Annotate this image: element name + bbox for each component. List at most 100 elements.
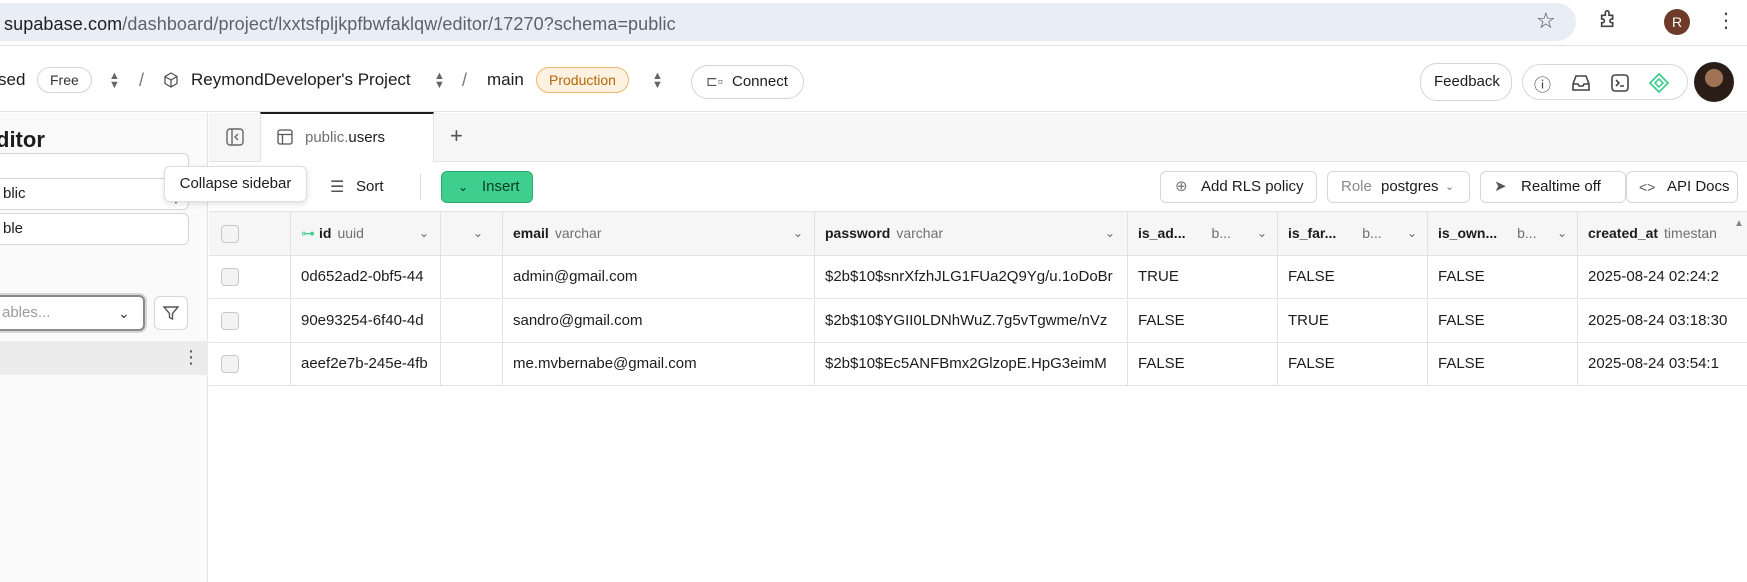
column-menu-chevron-icon[interactable]: ⌄ (1557, 212, 1567, 255)
cell-id[interactable]: 90e93254-6f40-4d (291, 300, 441, 342)
column-header-hidden[interactable]: ⌄ (441, 212, 503, 255)
tab-table: users (348, 129, 386, 146)
column-header-is-farmer[interactable]: is_far... b... ⌄ (1278, 212, 1428, 255)
row-checkbox[interactable] (221, 312, 239, 330)
column-header-email[interactable]: email varchar ⌄ (503, 212, 815, 255)
tab-schema: public. (305, 129, 349, 146)
feedback-button[interactable]: Feedback (1420, 63, 1512, 101)
sort-icon: ☰ (330, 179, 345, 196)
column-type: uuid (337, 225, 364, 241)
branch-name[interactable]: main (487, 70, 524, 90)
realtime-toggle-button[interactable]: ➤ Realtime off (1480, 171, 1626, 203)
column-header-is-owner[interactable]: is_own... b... ⌄ (1428, 212, 1578, 255)
column-menu-chevron-icon[interactable]: ⌄ (1257, 212, 1267, 255)
schema-select[interactable]: blic ▲▼ (0, 178, 189, 210)
cell-password[interactable]: $2b$10$YGII0LDNhWuZ.7g5vTgwme/nVz (815, 300, 1128, 342)
cell-hidden[interactable] (441, 256, 503, 298)
new-table-button[interactable]: ble (0, 213, 189, 245)
address-bar[interactable]: supabase.com/dashboard/project/lxxtsfplj… (0, 3, 1576, 41)
new-table-label: ble (3, 220, 24, 237)
cell-hidden[interactable] (441, 343, 503, 385)
cell-is-owner[interactable]: FALSE (1428, 300, 1578, 342)
sidebar-top-field[interactable] (0, 153, 189, 179)
project-switcher-icon[interactable]: ▲ ▼ (434, 71, 445, 91)
user-avatar[interactable] (1694, 62, 1734, 102)
column-name: email (513, 225, 549, 241)
cell-password[interactable]: $2b$10$Ec5ANFBmx2GlzopE.HpG3eimM (815, 343, 1128, 385)
table-row[interactable]: 0d652ad2-0bf5-44 admin@gmail.com $2b$10$… (209, 256, 1747, 299)
inbox-icon[interactable] (1571, 74, 1591, 92)
sort-label: Sort (356, 178, 384, 195)
cell-email[interactable]: admin@gmail.com (503, 256, 815, 298)
cell-is-farmer[interactable]: TRUE (1278, 300, 1428, 342)
bookmark-star-icon[interactable]: ☆ (1536, 8, 1556, 34)
table-row[interactable]: 90e93254-6f40-4d sandro@gmail.com $2b$10… (209, 300, 1747, 343)
branch-switcher-icon[interactable]: ▲ ▼ (652, 71, 663, 91)
api-docs-button[interactable]: <> API Docs (1626, 171, 1738, 203)
table-row[interactable]: aeef2e7b-245e-4fb me.mvbernabe@gmail.com… (209, 343, 1747, 386)
table-search-input[interactable]: ables... ⌄ (0, 295, 145, 331)
connect-button[interactable]: ⊏▫ Connect (691, 65, 804, 99)
cell-created-at[interactable]: 2025-08-24 03:18:30 (1578, 300, 1747, 342)
column-menu-chevron-icon[interactable]: ⌄ (793, 212, 803, 255)
add-circle-icon: ⊕ (1175, 178, 1188, 195)
sort-button[interactable]: ☰ Sort (318, 171, 398, 203)
column-header-id[interactable]: ⊶ id uuid ⌄ (291, 212, 441, 255)
column-menu-chevron-icon[interactable]: ⌄ (1105, 212, 1115, 255)
cell-password[interactable]: $2b$10$snrXfzhJLG1FUa2Q9Yg/u.1oDoBr (815, 256, 1128, 298)
cell-is-owner[interactable]: FALSE (1428, 256, 1578, 298)
terminal-icon[interactable] (1611, 74, 1629, 92)
add-rls-policy-button[interactable]: ⊕ Add RLS policy (1160, 171, 1317, 203)
column-header-password[interactable]: password varchar ⌄ (815, 212, 1128, 255)
breadcrumb-separator: / (462, 70, 468, 90)
cell-hidden[interactable] (441, 300, 503, 342)
cell-email[interactable]: me.mvbernabe@gmail.com (503, 343, 815, 385)
cell-email[interactable]: sandro@gmail.com (503, 300, 815, 342)
browser-profile-avatar[interactable]: R (1664, 9, 1690, 35)
cell-is-admin[interactable]: FALSE (1128, 343, 1278, 385)
column-menu-chevron-icon[interactable]: ⌄ (419, 212, 429, 255)
cell-is-admin[interactable]: TRUE (1128, 256, 1278, 298)
cell-id[interactable]: aeef2e7b-245e-4fb (291, 343, 441, 385)
org-name[interactable]: sed (0, 70, 25, 90)
table-icon (277, 129, 293, 145)
advisor-diamond-icon[interactable] (1649, 73, 1669, 93)
cell-created-at[interactable]: 2025-08-24 02:24:2 (1578, 256, 1747, 298)
org-switcher-icon[interactable]: ▲ ▼ (109, 71, 120, 91)
row-checkbox[interactable] (221, 268, 239, 286)
select-all-checkbox[interactable] (221, 225, 239, 243)
filter-button[interactable] (154, 296, 188, 330)
cell-is-farmer[interactable]: FALSE (1278, 343, 1428, 385)
new-tab-plus-icon[interactable]: + (450, 123, 463, 149)
cell-id[interactable]: 0d652ad2-0bf5-44 (291, 256, 441, 298)
table-options-icon[interactable]: ⋮ (182, 347, 200, 368)
browser-menu-icon[interactable]: ⋮ (1716, 8, 1736, 34)
collapse-sidebar-icon[interactable] (226, 128, 244, 146)
cursor-icon: ➤ (1494, 178, 1507, 195)
column-header-is-admin[interactable]: is_ad... b... ⌄ (1128, 212, 1278, 255)
project-name[interactable]: ReymondDeveloper's Project (191, 70, 411, 90)
extensions-icon[interactable] (1598, 8, 1620, 30)
editor-tab-bar (209, 113, 1747, 162)
column-name: created_at (1588, 225, 1659, 241)
role-select[interactable]: Role postgres ⌄ (1327, 171, 1470, 203)
url-text[interactable]: supabase.com/dashboard/project/lxxtsfplj… (4, 14, 676, 35)
insert-label: Insert (482, 178, 520, 195)
sidebar-selected-table[interactable] (0, 341, 208, 375)
column-header-created-at[interactable]: created_at timestan (1578, 212, 1747, 255)
app-header: sed Free ▲ ▼ / ReymondDeveloper's Project… (0, 46, 1747, 112)
api-docs-label: API Docs (1667, 178, 1730, 195)
code-brackets-icon: <> (1639, 179, 1656, 195)
column-menu-chevron-icon[interactable]: ⌄ (473, 212, 483, 255)
cell-is-admin[interactable]: FALSE (1128, 300, 1278, 342)
insert-button[interactable]: ⌄ Insert (441, 171, 533, 203)
cell-is-owner[interactable]: FALSE (1428, 343, 1578, 385)
cell-is-farmer[interactable]: FALSE (1278, 256, 1428, 298)
cell-created-at[interactable]: 2025-08-24 03:54:1 (1578, 343, 1747, 385)
column-menu-chevron-icon[interactable]: ⌄ (1407, 212, 1417, 255)
search-options-chevron-icon[interactable]: ⌄ (118, 297, 130, 329)
help-icon[interactable]: ⓘ (1534, 71, 1551, 96)
row-checkbox[interactable] (221, 355, 239, 373)
tab-public-users[interactable]: public.users (260, 112, 434, 162)
scrollbar-up-arrow-icon[interactable]: ▲ (1734, 218, 1744, 229)
